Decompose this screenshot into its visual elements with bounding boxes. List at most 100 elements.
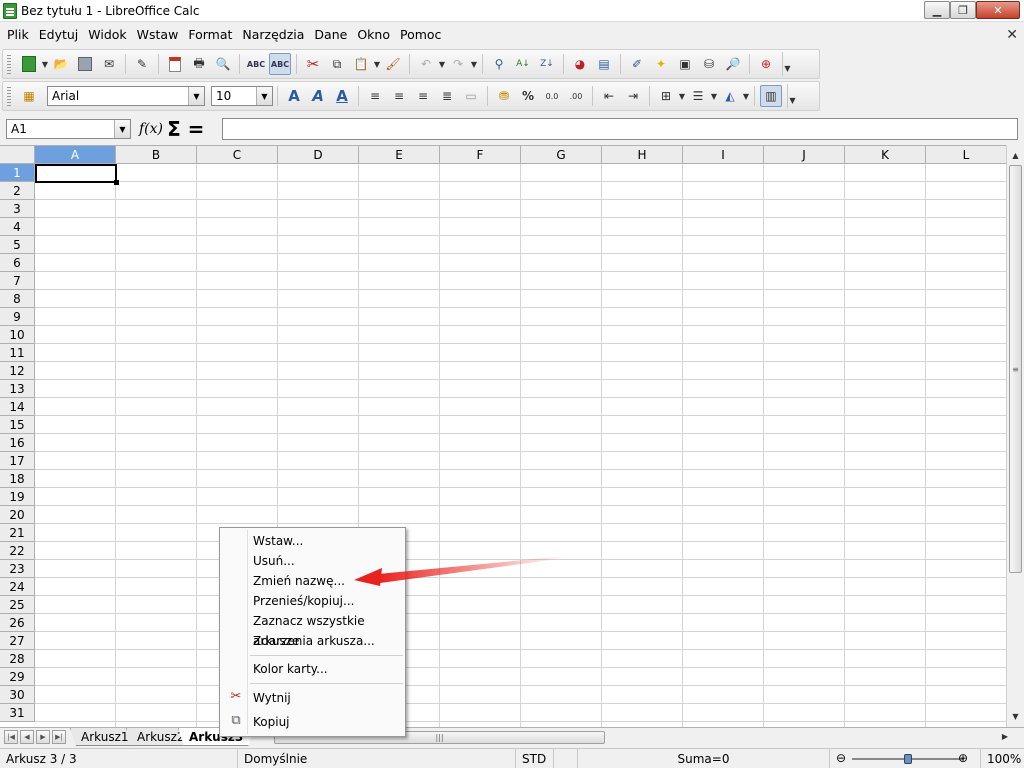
chevron-down-icon[interactable]: ▼ (114, 120, 130, 138)
row-header[interactable]: 30 (0, 686, 35, 704)
first-sheet-icon[interactable]: |◀ (4, 730, 18, 744)
row-header[interactable]: 28 (0, 650, 35, 668)
zoom-slider[interactable] (852, 753, 964, 764)
merge-cells-icon[interactable]: ▭ (460, 85, 482, 107)
toggle-grid-icon[interactable]: ▥ (760, 85, 782, 107)
zoom-percent[interactable]: 100% (980, 748, 1022, 768)
row-header[interactable]: 6 (0, 254, 35, 272)
menu-edytuj[interactable]: Edytuj (34, 24, 84, 46)
name-box[interactable]: A1 ▼ (6, 119, 131, 139)
close-window-button[interactable]: ✕ (976, 1, 1020, 19)
toolbar-overflow-icon[interactable]: ▼ (787, 84, 797, 108)
column-header[interactable]: A (35, 146, 116, 164)
background-color-icon[interactable]: ◭ (719, 85, 741, 107)
data-sources-icon[interactable]: ⛁ (698, 53, 720, 75)
row-header[interactable]: 18 (0, 470, 35, 488)
menu-dane[interactable]: Dane (309, 24, 352, 46)
sort-ascending-icon[interactable]: A↓ (512, 53, 534, 75)
menu-item-tab-color[interactable]: Kolor karty... (222, 659, 403, 679)
menu-item-sheet-events[interactable]: Zdarzenia arkusza... (222, 631, 403, 651)
formula-input[interactable] (222, 118, 1018, 140)
copy-icon[interactable]: ⧉ (326, 53, 348, 75)
align-right-icon[interactable]: ≡ (412, 85, 434, 107)
chevron-down-icon[interactable]: ▼ (256, 87, 272, 105)
row-header[interactable]: 13 (0, 380, 35, 398)
toolbar-overflow-icon[interactable]: ▼ (782, 52, 792, 76)
column-header[interactable]: E (359, 146, 440, 164)
number-format-icon[interactable]: 0.0 (541, 85, 563, 107)
menu-item-copy[interactable]: Kopiuj (222, 712, 403, 732)
redo-dropdown-icon[interactable]: ▼ (470, 60, 478, 69)
row-header[interactable]: 26 (0, 614, 35, 632)
row-header[interactable]: 12 (0, 362, 35, 380)
row-header[interactable]: 25 (0, 596, 35, 614)
decrease-indent-icon[interactable]: ⇤ (598, 85, 620, 107)
row-header[interactable]: 2 (0, 182, 35, 200)
align-left-icon[interactable]: ≡ (364, 85, 386, 107)
column-header[interactable]: B (116, 146, 197, 164)
menu-item-select-all-sheets[interactable]: Zaznacz wszystkie arkusze (222, 611, 403, 648)
spellcheck-icon[interactable]: ABC (245, 53, 267, 75)
help-icon[interactable]: ⊕ (755, 53, 777, 75)
menu-okno[interactable]: Okno (352, 24, 395, 46)
row-header[interactable]: 16 (0, 434, 35, 452)
close-document-icon[interactable]: ✕ (1006, 24, 1018, 46)
undo-icon[interactable]: ↶ (415, 53, 437, 75)
clone-formatting-icon[interactable]: 🖌 (382, 53, 404, 75)
scroll-up-icon[interactable]: ▲ (1007, 147, 1024, 164)
scroll-right-icon[interactable]: ▶ (1002, 732, 1008, 741)
open-icon[interactable]: 📂 (50, 53, 72, 75)
new-document-icon[interactable] (18, 53, 40, 75)
chart-icon[interactable]: ◕ (569, 53, 591, 75)
email-icon[interactable]: ✉ (98, 53, 120, 75)
paste-dropdown-icon[interactable]: ▼ (373, 60, 381, 69)
sum-status[interactable]: Suma=0 (578, 748, 830, 768)
selection-mode[interactable]: STD (516, 748, 554, 768)
toolbar-grip[interactable] (7, 86, 11, 106)
row-header[interactable]: 24 (0, 578, 35, 596)
background-color-dropdown-icon[interactable]: ▼ (742, 92, 750, 101)
undo-dropdown-icon[interactable]: ▼ (438, 60, 446, 69)
sum-button[interactable]: Σ (163, 117, 185, 141)
row-header[interactable]: 14 (0, 398, 35, 416)
column-header[interactable]: L (926, 146, 1006, 164)
print-preview-icon[interactable]: 🔍 (212, 53, 234, 75)
row-header[interactable]: 27 (0, 632, 35, 650)
row-header[interactable]: 19 (0, 488, 35, 506)
function-button[interactable]: = (185, 117, 207, 141)
column-header[interactable]: D (278, 146, 359, 164)
justify-icon[interactable]: ≣ (436, 85, 458, 107)
redo-icon[interactable]: ↷ (447, 53, 469, 75)
previous-sheet-icon[interactable]: ◀ (20, 730, 34, 744)
new-dropdown-icon[interactable]: ▼ (41, 60, 49, 69)
increase-indent-icon[interactable]: ⇥ (622, 85, 644, 107)
row-header[interactable]: 29 (0, 668, 35, 686)
menu-plik[interactable]: Plik (2, 24, 34, 46)
row-header[interactable]: 17 (0, 452, 35, 470)
row-header[interactable]: 10 (0, 326, 35, 344)
column-header[interactable]: G (521, 146, 602, 164)
column-header[interactable]: F (440, 146, 521, 164)
align-center-icon[interactable]: ≡ (388, 85, 410, 107)
pivot-table-icon[interactable]: ▤ (593, 53, 615, 75)
edit-file-icon[interactable]: ✎ (131, 53, 153, 75)
vertical-scroll-thumb[interactable]: ≡ (1009, 165, 1022, 573)
page-style[interactable]: Domyślnie (238, 748, 516, 768)
zoom-knob[interactable] (904, 753, 912, 764)
active-cell-cursor[interactable] (35, 164, 119, 185)
column-header[interactable]: C (197, 146, 278, 164)
row-header[interactable]: 20 (0, 506, 35, 524)
menu-item-cut[interactable]: Wytnij (222, 688, 403, 708)
paste-icon[interactable]: 📋 (350, 53, 372, 75)
row-header[interactable]: 4 (0, 218, 35, 236)
zoom-in-icon[interactable]: ⊕ (958, 751, 968, 765)
row-header[interactable]: 7 (0, 272, 35, 290)
menu-widok[interactable]: Widok (83, 24, 131, 46)
percent-icon[interactable]: % (517, 85, 539, 107)
line-style-icon[interactable]: ☰ (687, 85, 709, 107)
show-draw-functions-icon[interactable]: ✐ (626, 53, 648, 75)
zoom-icon[interactable]: 🔎 (722, 53, 744, 75)
row-header[interactable]: 9 (0, 308, 35, 326)
maximize-button[interactable]: ❐ (950, 1, 976, 19)
row-header[interactable]: 11 (0, 344, 35, 362)
